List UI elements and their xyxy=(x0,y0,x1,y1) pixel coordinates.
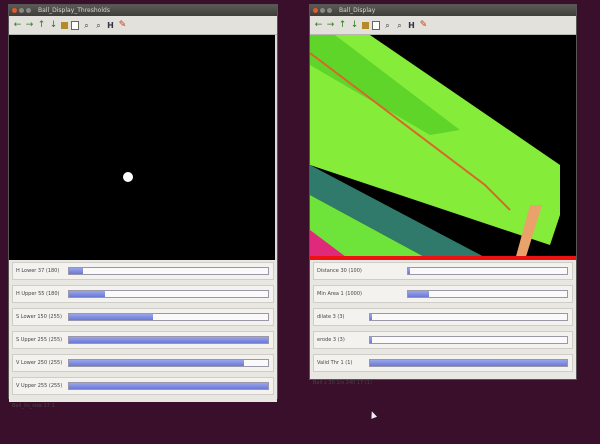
slider-fill[interactable] xyxy=(69,291,105,297)
slider-fill[interactable] xyxy=(370,314,372,320)
minimize-button[interactable] xyxy=(320,8,325,13)
threshold-image xyxy=(9,35,275,260)
camera-image xyxy=(310,35,576,260)
page-icon[interactable] xyxy=(372,20,380,30)
slider-track[interactable] xyxy=(68,382,269,390)
slider-track[interactable] xyxy=(369,359,568,367)
maximize-button[interactable] xyxy=(327,8,332,13)
image-toolbar: ← → ↑ ↓ ⌕ ⌕ H ✎ xyxy=(9,16,277,35)
slider-row: V Upper 255 (255) xyxy=(12,377,274,395)
slider-row: V Lower 250 (255) xyxy=(12,354,274,372)
slider-row: Distance 30 (100) xyxy=(313,262,573,280)
slider-label: S Upper 255 (255) xyxy=(16,337,63,343)
minimize-button[interactable] xyxy=(19,8,24,13)
camera-canvas xyxy=(310,35,576,260)
slider-row: dilate 3 (3) xyxy=(313,308,573,326)
slider-track[interactable] xyxy=(68,313,269,321)
save-icon[interactable] xyxy=(362,21,369,29)
page-icon[interactable] xyxy=(71,20,79,30)
window-title: Ball_Display xyxy=(339,7,376,14)
maximize-button[interactable] xyxy=(26,8,31,13)
threshold-canvas xyxy=(123,172,133,182)
pen-icon[interactable]: ✎ xyxy=(419,20,428,30)
slider-label: Distance 30 (100) xyxy=(317,268,362,274)
slider-track[interactable] xyxy=(68,359,269,367)
arrow-up-icon[interactable]: ↑ xyxy=(37,20,46,30)
slider-row: Min Area 1 (1000) xyxy=(313,285,573,303)
arrow-left-icon[interactable]: ← xyxy=(13,20,22,30)
slider-row: erode 3 (3) xyxy=(313,331,573,349)
slider-fill[interactable] xyxy=(370,360,567,366)
zoom-out-icon[interactable]: ⌕ xyxy=(395,21,404,30)
mouse-cursor xyxy=(368,410,378,419)
slider-track[interactable] xyxy=(369,336,568,344)
arrow-up-icon[interactable]: ↑ xyxy=(338,20,347,30)
arrow-right-icon[interactable]: → xyxy=(326,20,335,30)
slider-row: Valid Thr 1 (1) xyxy=(313,354,573,372)
slider-fill[interactable] xyxy=(408,291,429,297)
slider-track[interactable] xyxy=(68,267,269,275)
slider-track[interactable] xyxy=(407,290,568,298)
close-button[interactable] xyxy=(313,8,318,13)
slider-row: H Upper 55 (180) xyxy=(12,285,274,303)
image-toolbar: ← → ↑ ↓ ⌕ ⌕ H ✎ xyxy=(310,16,576,35)
zoom-out-icon[interactable]: ⌕ xyxy=(94,21,103,30)
status-bar: Ball x 30 1/x 240 17 (1) xyxy=(313,380,372,386)
slider-row: H Lower 37 (180) xyxy=(12,262,274,280)
slider-row: S Upper 255 (255) xyxy=(12,331,274,349)
image-border xyxy=(310,256,576,260)
slider-fill[interactable] xyxy=(69,268,83,274)
slider-track[interactable] xyxy=(68,336,269,344)
window-titlebar[interactable]: Ball_Display xyxy=(310,5,576,16)
save-icon[interactable] xyxy=(61,21,68,29)
slider-fill[interactable] xyxy=(69,314,153,320)
threshold-window: Ball_Display_Thresholds ← → ↑ ↓ ⌕ ⌕ H ✎ … xyxy=(8,4,278,409)
ball-blob xyxy=(123,172,133,182)
slider-fill[interactable] xyxy=(69,360,245,366)
slider-track[interactable] xyxy=(68,290,269,298)
status-bar: Ball_Xs_size 17 1 xyxy=(12,403,55,409)
arrow-down-icon[interactable]: ↓ xyxy=(350,20,359,30)
close-button[interactable] xyxy=(12,8,17,13)
slider-fill[interactable] xyxy=(408,268,410,274)
slider-panel: H Lower 37 (180) H Upper 55 (180) S Lowe… xyxy=(9,260,277,402)
slider-track[interactable] xyxy=(407,267,568,275)
h-icon[interactable]: H xyxy=(106,21,115,30)
slider-track[interactable] xyxy=(369,313,568,321)
slider-fill[interactable] xyxy=(370,337,372,343)
slider-fill[interactable] xyxy=(69,337,268,343)
slider-label: H Lower 37 (180) xyxy=(16,268,60,274)
slider-fill[interactable] xyxy=(69,383,268,389)
slider-label: Min Area 1 (1000) xyxy=(317,291,362,297)
slider-label: S Lower 150 (255) xyxy=(16,314,62,320)
zoom-in-icon[interactable]: ⌕ xyxy=(82,21,91,30)
arrow-down-icon[interactable]: ↓ xyxy=(49,20,58,30)
slider-label: H Upper 55 (180) xyxy=(16,291,60,297)
slider-label: dilate 3 (3) xyxy=(317,314,345,320)
slider-panel: Distance 30 (100) Min Area 1 (1000) dila… xyxy=(310,260,576,379)
slider-row: S Lower 150 (255) xyxy=(12,308,274,326)
display-window: Ball_Display ← → ↑ ↓ ⌕ ⌕ H ✎ Distance 30… xyxy=(309,4,577,386)
pen-icon[interactable]: ✎ xyxy=(118,20,127,30)
slider-label: V Lower 250 (255) xyxy=(16,360,63,366)
window-titlebar[interactable]: Ball_Display_Thresholds xyxy=(9,5,277,16)
h-icon[interactable]: H xyxy=(407,21,416,30)
arrow-right-icon[interactable]: → xyxy=(25,20,34,30)
window-title: Ball_Display_Thresholds xyxy=(38,7,110,14)
zoom-in-icon[interactable]: ⌕ xyxy=(383,21,392,30)
arrow-left-icon[interactable]: ← xyxy=(314,20,323,30)
slider-label: V Upper 255 (255) xyxy=(16,383,63,389)
slider-label: erode 3 (3) xyxy=(317,337,345,343)
slider-label: Valid Thr 1 (1) xyxy=(317,360,353,366)
